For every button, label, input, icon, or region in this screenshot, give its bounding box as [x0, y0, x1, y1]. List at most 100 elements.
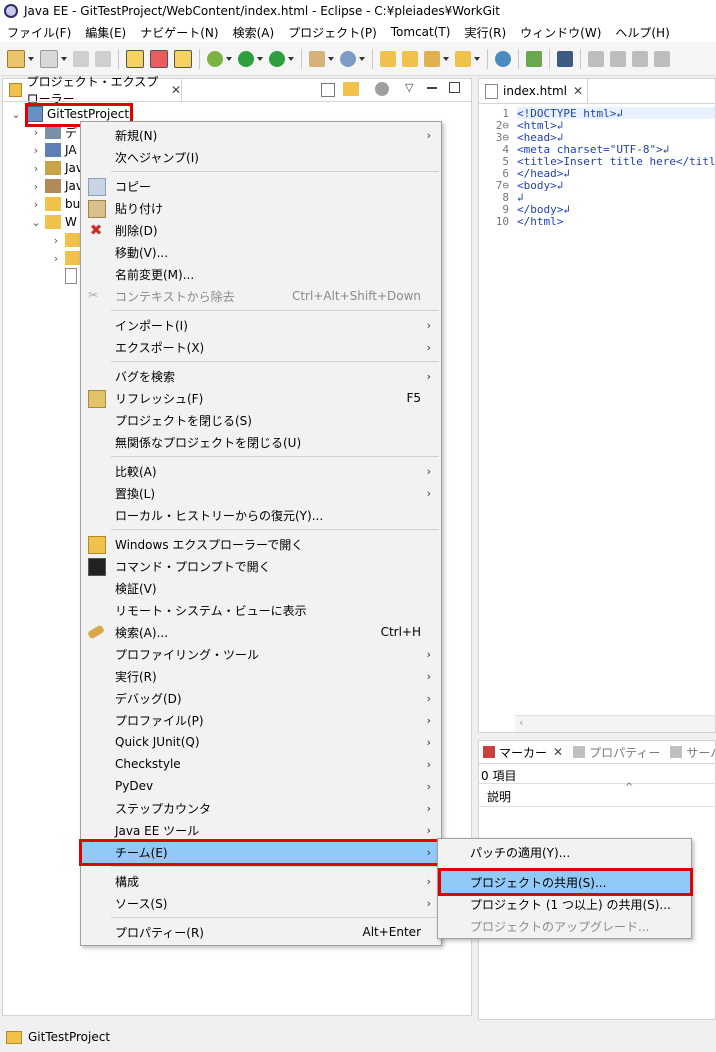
chevron-right-icon[interactable]: › — [51, 252, 61, 265]
save-icon[interactable] — [73, 50, 89, 67]
menu-item-close-project[interactable]: プロジェクトを閉じる(S) — [81, 409, 441, 431]
disconnect-icon[interactable] — [588, 50, 604, 67]
chevron-right-icon[interactable]: › — [31, 180, 41, 193]
menu-item-delete[interactable]: ✖ 削除(D) — [81, 219, 441, 241]
open-folder-icon[interactable] — [402, 50, 418, 67]
chevron-down-icon[interactable]: ⌄ — [11, 108, 21, 121]
open-task-icon[interactable] — [455, 50, 471, 67]
chevron-down-icon[interactable] — [328, 56, 334, 61]
new-class-icon[interactable] — [340, 50, 356, 67]
menu-item-profile[interactable]: プロファイル(P) › — [81, 709, 441, 731]
chevron-down-icon[interactable] — [226, 56, 232, 61]
menu-item-run[interactable]: 実行(R) › — [81, 665, 441, 687]
menu-item-profiling[interactable]: プロファイリング・ツール › — [81, 643, 441, 665]
tab-markers[interactable]: マーカー — [499, 744, 547, 761]
new-icon[interactable] — [7, 49, 25, 68]
column-header[interactable]: 説明 ^ — [479, 782, 715, 807]
menu-item-open-cmd[interactable]: コマンド・プロンプトで開く — [81, 555, 441, 577]
menu-item-export[interactable]: エクスポート(X) › — [81, 336, 441, 358]
tomcat-restart-icon[interactable] — [174, 49, 192, 68]
menu-project[interactable]: プロジェクト(P) — [281, 24, 384, 41]
globe-icon[interactable] — [495, 50, 511, 67]
chevron-down-icon[interactable] — [61, 56, 67, 61]
run-icon[interactable] — [238, 50, 254, 67]
chevron-down-icon[interactable]: ⌄ — [31, 216, 41, 229]
menu-item-refresh[interactable]: リフレッシュ(F) F5 — [81, 387, 441, 409]
menu-item-properties[interactable]: プロパティー(R) Alt+Enter — [81, 921, 441, 943]
terminate-icon[interactable] — [654, 50, 670, 67]
close-icon[interactable]: ✕ — [553, 745, 563, 759]
tree-item[interactable]: › Jav — [31, 177, 83, 195]
chevron-down-icon[interactable] — [28, 56, 34, 61]
menu-item-javaee-tools[interactable]: Java EE ツール › — [81, 819, 441, 841]
maximize-icon[interactable] — [449, 82, 460, 93]
menu-item-validate[interactable]: 検証(V) — [81, 577, 441, 599]
chevron-right-icon[interactable]: › — [31, 126, 41, 139]
chevron-right-icon[interactable]: › — [31, 198, 41, 211]
view-menu-icon[interactable]: ▽ — [405, 81, 413, 94]
resume-icon[interactable] — [610, 50, 626, 67]
tab-project-explorer[interactable]: プロジェクト・エクスプローラー ✕ — [3, 75, 182, 106]
submenu-item-upgrade-project[interactable]: プロジェクトのアップグレード... — [438, 915, 691, 937]
chevron-right-icon[interactable]: › — [31, 144, 41, 157]
tab-properties[interactable]: プロパティー — [589, 744, 660, 761]
menu-item-checkstyle[interactable]: Checkstyle › — [81, 753, 441, 775]
menu-item-restore-history[interactable]: ローカル・ヒストリーからの復元(Y)... — [81, 504, 441, 526]
menu-item-open-explorer[interactable]: Windows エクスプローラーで開く — [81, 533, 441, 555]
submenu-item-share-projects[interactable]: プロジェクト (1 つ以上) の共用(S)... — [438, 893, 691, 915]
chevron-down-icon[interactable] — [288, 56, 294, 61]
chevron-down-icon[interactable] — [443, 56, 449, 61]
menu-edit[interactable]: 編集(E) — [78, 24, 133, 41]
save-all-icon[interactable] — [95, 50, 111, 67]
menu-item-quick-junit[interactable]: Quick JUnit(Q) › — [81, 731, 441, 753]
tomcat-start-icon[interactable] — [126, 49, 144, 68]
tree-item[interactable]: ⌄ W — [31, 213, 77, 231]
tree-item[interactable]: › bu — [31, 195, 80, 213]
menu-file[interactable]: ファイル(F) — [0, 24, 78, 41]
code-line[interactable]: </html> — [517, 215, 563, 228]
chevron-down-icon[interactable] — [359, 56, 365, 61]
tomcat-icon[interactable] — [309, 50, 325, 67]
tree-item[interactable]: › JA — [31, 141, 77, 159]
chevron-right-icon[interactable]: › — [51, 234, 61, 247]
menu-item-paste[interactable]: 貼り付け — [81, 197, 441, 219]
link-editor-icon[interactable] — [343, 82, 359, 96]
menu-item-configure[interactable]: 構成 › — [81, 870, 441, 892]
menu-run[interactable]: 実行(R) — [457, 24, 513, 41]
menu-item-move[interactable]: 移動(V)... — [81, 241, 441, 263]
close-icon[interactable]: ✕ — [573, 84, 583, 98]
menu-search[interactable]: 検索(A) — [226, 24, 282, 41]
menu-item-source[interactable]: ソース(S) › — [81, 892, 441, 914]
tree-item[interactable]: › Jav — [31, 159, 83, 177]
submenu-item-apply-patch[interactable]: パッチの適用(Y)... — [438, 841, 691, 863]
code-line[interactable]: <body>↲ — [517, 179, 563, 192]
minimize-icon[interactable] — [427, 87, 437, 89]
menu-item-close-unrelated[interactable]: 無関係なプロジェクトを閉じる(U) — [81, 431, 441, 453]
menu-help[interactable]: ヘルプ(H) — [608, 24, 676, 41]
menu-item-pydev[interactable]: PyDev › — [81, 775, 441, 797]
chevron-right-icon[interactable]: › — [31, 162, 41, 175]
menu-item-import[interactable]: インポート(I) › — [81, 314, 441, 336]
menu-tomcat[interactable]: Tomcat(T) — [384, 25, 458, 39]
menu-item-new[interactable]: 新規(N) › — [81, 124, 441, 146]
tomcat-stop-icon[interactable] — [150, 49, 168, 68]
step-icon[interactable] — [526, 50, 542, 67]
filter-icon[interactable] — [375, 82, 389, 96]
menu-item-find-bugs[interactable]: バグを検索 › — [81, 365, 441, 387]
menu-navigate[interactable]: ナビゲート(N) — [133, 24, 225, 41]
menu-item-compare[interactable]: 比較(A) › — [81, 460, 441, 482]
tab-servers[interactable]: サーバー — [686, 744, 716, 761]
menu-item-goto[interactable]: 次へジャンプ(I) — [81, 146, 441, 168]
menu-item-remove-context[interactable]: ✂ コンテキストから除去 Ctrl+Alt+Shift+Down — [81, 285, 441, 307]
run-external-icon[interactable] — [269, 50, 285, 67]
search-tool-icon[interactable] — [424, 50, 440, 67]
open-type-icon[interactable] — [380, 50, 396, 67]
console-icon[interactable] — [557, 50, 573, 67]
menu-window[interactable]: ウィンドウ(W) — [513, 24, 608, 41]
collapse-all-icon[interactable] — [321, 83, 335, 97]
tree-item[interactable] — [61, 267, 81, 285]
menu-item-replace[interactable]: 置換(L) › — [81, 482, 441, 504]
tab-index-html[interactable]: index.html ✕ — [479, 79, 588, 103]
menu-item-search[interactable]: 検索(A)... Ctrl+H — [81, 621, 441, 643]
menu-item-copy[interactable]: コピー — [81, 175, 441, 197]
